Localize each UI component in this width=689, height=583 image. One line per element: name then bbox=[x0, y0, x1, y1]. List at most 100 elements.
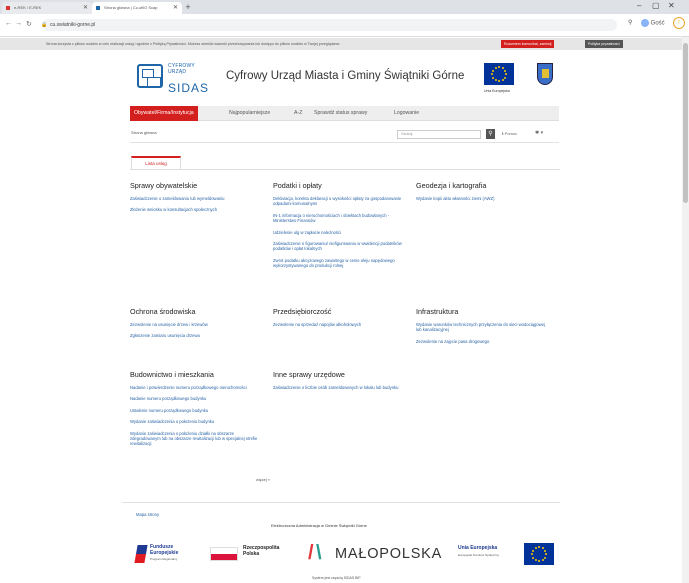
search-button[interactable]: ⚲ bbox=[486, 129, 495, 139]
reload-icon[interactable]: ↻ bbox=[26, 20, 32, 28]
service-link[interactable]: Nadanie numeru porządkowego budynku bbox=[130, 396, 265, 401]
logo-small-text: CYFROWY URZĄD bbox=[168, 63, 195, 75]
category-title: Podatki i opłaty bbox=[273, 181, 322, 190]
eu-star-icon bbox=[491, 73, 493, 75]
service-link[interactable]: Zaświadczenie o liczbie osób zameldowany… bbox=[273, 385, 408, 390]
service-link[interactable]: Udzielenie ulg w zapłacie należności bbox=[273, 230, 408, 235]
service-link[interactable]: Wydanie zaświadczenia o położeniu budynk… bbox=[130, 419, 265, 424]
favicon-icon bbox=[6, 6, 10, 10]
service-link[interactable]: Zwrot podatku akcyzowego zawartego w cen… bbox=[273, 258, 408, 269]
more-link[interactable]: więcej » bbox=[256, 478, 270, 482]
service-link[interactable]: Wydanie warunków technicznych przyłączen… bbox=[416, 322, 551, 333]
profile-button[interactable]: Gość bbox=[641, 19, 665, 27]
tab-title: Strona główna | Cz-ufilO Scap bbox=[104, 5, 158, 10]
browser-tab-strip: e-REK / E-REK ✕ Strona główna | Cz-ufilO… bbox=[0, 0, 689, 14]
breadcrumb[interactable]: Strona główna bbox=[131, 130, 157, 135]
eu-star-icon bbox=[534, 546, 537, 549]
browser-tab-2[interactable]: Strona główna | Cz-ufilO Scap ✕ bbox=[92, 2, 182, 14]
nav-item-status[interactable]: Sprawdź status sprawy bbox=[310, 106, 371, 121]
eu-star-icon bbox=[534, 559, 537, 562]
nav-item-az[interactable]: A-Z bbox=[290, 106, 306, 121]
close-tab-icon[interactable]: ✕ bbox=[173, 2, 178, 14]
service-link[interactable]: Wydanie kopii aktu własności ziemi (AWZ) bbox=[416, 196, 551, 201]
cookie-bar: Strona korzysta z plików cookies w celu … bbox=[0, 38, 682, 50]
eu-star-icon bbox=[538, 546, 540, 548]
eu-star-icon bbox=[504, 76, 507, 79]
service-link[interactable]: IN-1 informacja o nieruchomościach i obi… bbox=[273, 213, 408, 224]
eu-star-icon bbox=[541, 546, 544, 549]
new-tab-button[interactable]: + bbox=[182, 2, 194, 12]
service-link[interactable]: Zaświadczenie o figurowaniu/ niefigurowa… bbox=[273, 241, 408, 252]
category-title: Sprawy obywatelskie bbox=[130, 181, 198, 190]
service-link[interactable]: Zezwolenie na usunięcie drzew i krzewów bbox=[130, 322, 265, 327]
address-bar[interactable]: 🔒 cu.swiatniki-gorne.pl bbox=[41, 19, 617, 31]
tab-lista-uslug[interactable]: Lista usług bbox=[131, 156, 181, 169]
browser-tab-1[interactable]: e-REK / E-REK ✕ bbox=[2, 2, 92, 14]
back-icon[interactable]: ← bbox=[5, 20, 12, 27]
wrench-icon: ✱ bbox=[535, 130, 540, 136]
category-title: Przedsiębiorczość bbox=[273, 307, 332, 316]
fe-mark-icon bbox=[134, 545, 148, 563]
nav-item-logowanie[interactable]: Logowanie bbox=[390, 106, 423, 121]
service-link[interactable]: Złożenie wniosku w konsultacjach społecz… bbox=[130, 207, 265, 212]
eu-star-icon bbox=[491, 69, 494, 72]
service-link[interactable]: Deklaracja, korekta deklaracji o wysokoś… bbox=[273, 196, 408, 207]
update-icon[interactable]: ! bbox=[673, 17, 685, 29]
help-link[interactable]: ℹ Pomoc bbox=[502, 131, 517, 136]
category-title: Ochrona środowiska bbox=[130, 307, 196, 316]
tab-title: e-REK / E-REK bbox=[14, 5, 42, 10]
tools-menu[interactable]: ✱ ▾ bbox=[535, 130, 543, 136]
accept-cookies-button[interactable]: Rozumiem komunikat, zamknij bbox=[501, 40, 555, 48]
nav-item-obywatel[interactable]: Obywatel/Firma/Instytucja bbox=[130, 106, 198, 121]
fundusze-europejskie-logo: Fundusze Europejskie Program Regionalny bbox=[134, 543, 196, 565]
footer-note: System jest częścią SIDAS BiP bbox=[312, 576, 361, 580]
fe-line-2: Europejskie bbox=[150, 549, 179, 556]
logo-line-2: URZĄD bbox=[168, 68, 187, 75]
ue-subtitle: Europejski Fundusz Społeczny bbox=[458, 553, 500, 557]
eu-star-icon bbox=[498, 66, 500, 68]
search-icon: ⚲ bbox=[488, 131, 493, 137]
category-inne-sprawy: Inne sprawy urzędowe Zaświadczenie o lic… bbox=[273, 370, 408, 390]
category-geodezja: Geodezja i kartografia Wydanie kopii akt… bbox=[416, 181, 551, 201]
category-ochrona-srodowiska: Ochrona środowiska Zezwolenie na usunięc… bbox=[130, 307, 265, 339]
service-link[interactable]: Zaświadczenie o zameldowaniu lub wymeldo… bbox=[130, 196, 265, 201]
info-icon: ℹ bbox=[502, 131, 504, 136]
service-link[interactable]: Wydanie zaświadczenia o położeniu działk… bbox=[130, 431, 265, 447]
favicon-icon bbox=[96, 6, 100, 10]
sitemap-link[interactable]: Mapa strony bbox=[136, 512, 159, 517]
nav-item-najpopularniejsze[interactable]: Najpopularniejsze bbox=[225, 106, 274, 121]
tab-divider bbox=[130, 169, 560, 170]
rzeczpospolita-logo: Rzeczpospolita Polska bbox=[210, 545, 290, 565]
category-title: Infrastruktura bbox=[416, 307, 459, 316]
main-nav: Obywatel/Firma/Instytucja Najpopularniej… bbox=[130, 106, 559, 121]
category-title: Inne sprawy urzędowe bbox=[273, 370, 345, 379]
eu-star-icon bbox=[494, 79, 497, 82]
rp-line-2: Polska bbox=[243, 550, 260, 557]
minimize-icon[interactable]: – bbox=[637, 1, 641, 10]
forward-icon[interactable]: → bbox=[15, 20, 22, 27]
eu-star-icon bbox=[531, 553, 533, 555]
service-link[interactable]: Zezwolenie na sprzedaż napojów alkoholow… bbox=[273, 322, 408, 327]
maximize-icon[interactable]: ▢ bbox=[652, 1, 660, 10]
zoom-icon[interactable]: ⚲ bbox=[628, 19, 632, 26]
search-input[interactable]: Szukaj bbox=[397, 130, 481, 139]
malopolska-logo: / \ MAŁOPOLSKA bbox=[308, 542, 441, 566]
category-title: Geodezja i kartografia bbox=[416, 181, 487, 190]
subbar: Strona główna Szukaj ⚲ ℹ Pomoc ✱ ▾ bbox=[130, 127, 559, 143]
malopolska-text: MAŁOPOLSKA bbox=[335, 546, 443, 562]
scrollbar-thumb[interactable] bbox=[683, 43, 688, 203]
close-window-icon[interactable]: ✕ bbox=[668, 1, 675, 10]
service-link[interactable]: Ustalenie numeru porządkowego budynku bbox=[130, 408, 265, 413]
service-link[interactable]: Zgłoszenie zamiaru usunięcia drzewa bbox=[130, 333, 265, 338]
eu-flag-icon bbox=[484, 63, 514, 85]
eu-star-icon bbox=[541, 559, 544, 562]
fe-subtitle: Program Regionalny bbox=[150, 557, 178, 561]
service-link[interactable]: Zezwolenie na zajęcie pasa drogowego bbox=[416, 339, 551, 344]
site-logo[interactable]: CYFROWY URZĄD SIDAS bbox=[134, 60, 218, 98]
privacy-policy-button[interactable]: Polityka prywatności bbox=[585, 40, 623, 48]
service-link[interactable]: Nadanie i potwierdzenie numeru porządkow… bbox=[130, 385, 265, 390]
category-sprawy-obywatelskie: Sprawy obywatelskie Zaświadczenie o zame… bbox=[130, 181, 265, 213]
unia-europejska-logo: Unia Europejska Europejski Fundusz Społe… bbox=[458, 543, 558, 565]
site-title: Cyfrowy Urząd Miasta i Gminy Świątniki G… bbox=[226, 70, 465, 82]
close-tab-icon[interactable]: ✕ bbox=[83, 2, 88, 14]
